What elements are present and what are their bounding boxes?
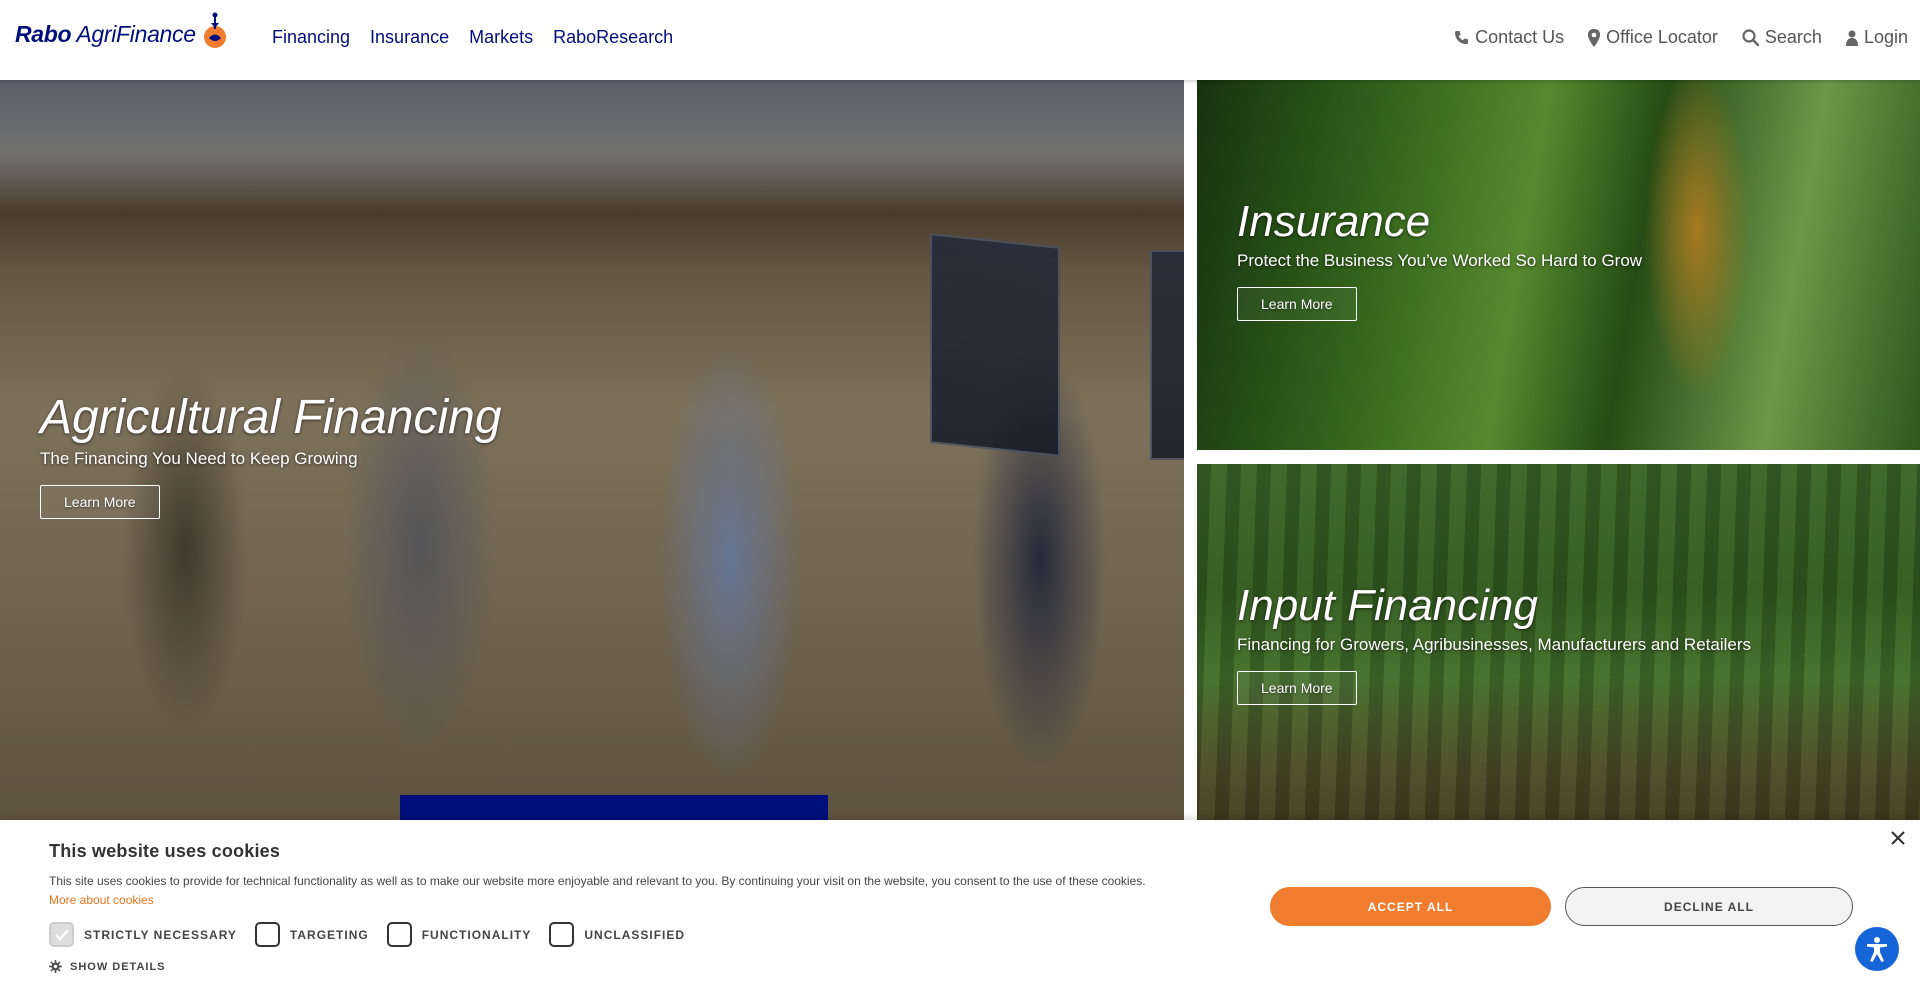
phone-icon [1455, 30, 1469, 45]
checkbox[interactable] [386, 922, 412, 947]
more-about-cookies-link[interactable]: More about cookies [49, 893, 154, 907]
cookie-option-targeting[interactable]: TARGETING [254, 922, 369, 947]
accept-all-button[interactable]: ACCEPT ALL [1270, 887, 1551, 926]
agricultural-financing-content: Agricultural Financing The Financing You… [40, 390, 502, 519]
insurance-learn-more-button[interactable]: Learn More [1237, 287, 1357, 321]
search-link[interactable]: Search [1742, 27, 1822, 48]
insurance-title: Insurance [1237, 197, 1431, 246]
cookie-description: This site uses cookies to provide for te… [49, 874, 1146, 888]
nav-raboresearch[interactable]: RaboResearch [553, 27, 673, 48]
cookie-option-label: FUNCTIONALITY [421, 927, 532, 942]
insurance-content: Insurance Protect the Business You’ve Wo… [1237, 197, 1642, 321]
show-details-toggle[interactable]: SHOW DETAILS [49, 960, 166, 973]
checkbox[interactable] [549, 922, 575, 947]
agricultural-financing-subtitle: The Financing You Need to Keep Growing [40, 449, 358, 468]
insurance-subtitle: Protect the Business You’ve Worked So Ha… [1237, 251, 1643, 270]
rabo-agrifinance-logo[interactable]: Rabo AgriFinance [15, 12, 232, 54]
nav-financing[interactable]: Financing [272, 27, 350, 48]
agricultural-financing-learn-more-button[interactable]: Learn More [40, 485, 160, 519]
search-icon [1742, 29, 1759, 46]
cookie-option-functionality[interactable]: FUNCTIONALITY [386, 922, 532, 947]
bank-logo-icon [203, 12, 226, 48]
login-label: Login [1863, 27, 1908, 47]
map-pin-icon [1588, 28, 1601, 47]
office-locator-link[interactable]: Office Locator [1588, 27, 1718, 48]
input-financing-content: Input Financing Financing for Growers, A… [1237, 581, 1751, 705]
checkbox[interactable] [254, 922, 280, 947]
cookie-option-label: STRICTLY NECESSARY [84, 927, 237, 942]
utility-nav: Contact Us Office Locator Search Login [1454, 27, 1908, 48]
site-header: Rabo AgriFinance Financing Insurance Mark… [0, 0, 1920, 80]
input-financing-learn-more-button[interactable]: Learn More [1237, 671, 1357, 705]
cookie-option-label: TARGETING [289, 927, 369, 942]
cookie-option-strictly-necessary[interactable]: STRICTLY NECESSARY [49, 922, 237, 947]
input-financing-title: Input Financing [1237, 581, 1538, 630]
close-icon[interactable] [1888, 828, 1908, 848]
search-label: Search [1764, 27, 1822, 47]
nav-markets[interactable]: Markets [469, 27, 533, 48]
checkbox-checked[interactable] [49, 922, 74, 947]
input-financing-subtitle: Financing for Growers, Agribusinesses, M… [1237, 635, 1752, 654]
user-icon [1845, 30, 1858, 46]
cookie-options: STRICTLY NECESSARY TARGETING FUNCTIONALI… [49, 922, 685, 947]
accessibility-button[interactable] [1855, 927, 1899, 971]
contact-us-link[interactable]: Contact Us [1454, 27, 1564, 48]
show-details-label: SHOW DETAILS [70, 960, 166, 973]
decline-all-button[interactable]: DECLINE ALL [1565, 887, 1853, 926]
accessibility-icon [1867, 937, 1887, 962]
gear-icon [49, 960, 62, 973]
logo-text: Rabo AgriFinance [15, 20, 196, 47]
login-link[interactable]: Login [1845, 27, 1908, 48]
office-locator-label: Office Locator [1606, 27, 1718, 47]
checkmark-icon [54, 928, 69, 941]
cookie-option-label: UNCLASSIFIED [584, 927, 686, 942]
cookie-banner: This website uses cookies This site uses… [0, 820, 1920, 993]
agricultural-financing-title: Agricultural Financing [40, 391, 502, 444]
contact-us-label: Contact Us [1475, 27, 1565, 47]
cookie-banner-title: This website uses cookies [49, 841, 281, 861]
cookie-option-unclassified[interactable]: UNCLASSIFIED [549, 922, 685, 947]
nav-insurance[interactable]: Insurance [370, 27, 449, 48]
main-nav: Financing Insurance Markets RaboResearch [272, 27, 673, 48]
